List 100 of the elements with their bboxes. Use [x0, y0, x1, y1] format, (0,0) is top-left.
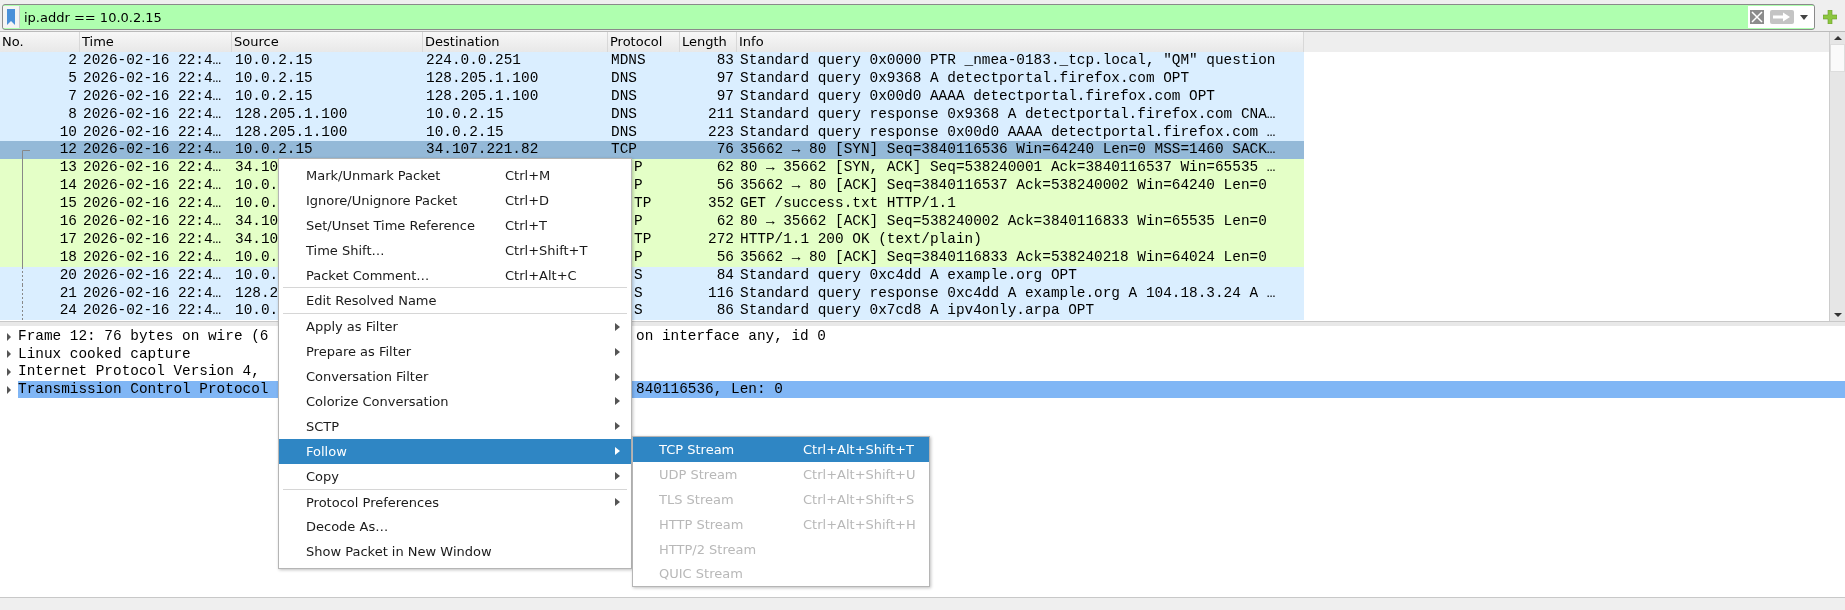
tree-item-text: 840116536, Len: 0 — [636, 380, 784, 399]
collapsed-arrow-icon[interactable] — [6, 368, 12, 376]
table-cell: 128.205.1.100 — [235, 105, 348, 122]
table-cell: 24 — [59, 302, 77, 321]
table-cell: 10.0.2.15 — [235, 69, 313, 86]
table-cell: 56 — [716, 248, 734, 265]
table-cell: TP — [634, 230, 652, 247]
table-cell: 2026-02-16 22:4… — [83, 266, 222, 283]
table-cell: 352 — [708, 195, 734, 212]
table-cell: 8 — [68, 105, 77, 124]
menu-item[interactable]: Decode As… — [279, 514, 631, 540]
table-cell: 128.205.1.100 — [235, 123, 348, 140]
menu-item[interactable]: SCTP — [279, 413, 631, 439]
menu-item[interactable]: Follow — [279, 438, 631, 464]
bookmark-icon[interactable] — [3, 6, 20, 28]
menu-item[interactable]: TCP Stream Ctrl+Alt+Shift+T — [633, 437, 929, 462]
table-cell: 2026-02-16 22:4… — [83, 177, 222, 194]
table-cell: 80 → 35662 [ACK] Seq=538240002 Ack=3840116833 Win=65535 Len=0 — [740, 213, 1267, 229]
menu-item[interactable]: Prepare as Filter — [279, 339, 631, 365]
table-cell: 2026-02-16 22:4… — [83, 248, 222, 265]
table-cell: 116 — [708, 284, 734, 301]
table-cell: 2026-02-16 22:4… — [83, 284, 222, 301]
table-cell: GET /success.txt HTTP/1.1 — [740, 195, 956, 212]
tree-item-text: on interface any, id 0 — [636, 328, 827, 346]
table-cell: 12 — [59, 141, 77, 160]
column-header[interactable]: No. — [0, 32, 80, 52]
table-cell: 10.0. — [235, 302, 279, 319]
table-cell: 10.0. — [235, 266, 279, 283]
table-cell: 272 — [708, 230, 734, 247]
submenu-arrow-icon — [615, 422, 620, 431]
packet-row[interactable]: 12 2026-02-16 22:4… 10.0.2.15 34.107.221.82 TCP 76 35662 → 80 [SYN] Seq=3840116536 Win=64240 Len=0 MSS=1460 SACK… — [0, 141, 1304, 160]
table-cell: 34.107.221.82 — [426, 141, 539, 158]
submenu-arrow-icon — [615, 372, 620, 381]
table-cell: 76 — [716, 141, 734, 158]
table-cell: 35662 → 80 [SYN] Seq=3840116536 Win=64240 Len=0 MSS=1460 SACK… — [740, 141, 1276, 158]
table-cell: DNS — [611, 123, 637, 140]
scroll-down-icon[interactable] — [1833, 313, 1842, 317]
table-cell: 2026-02-16 22:4… — [83, 105, 222, 122]
display-filter-field[interactable]: ip.addr == 10.0.2.15 — [2, 4, 1815, 30]
tree-item-text: Internet Protocol Version 4, — [18, 363, 261, 381]
table-cell: 62 — [716, 159, 734, 176]
submenu-arrow-icon — [615, 322, 620, 331]
column-header[interactable]: Destination — [423, 32, 608, 52]
table-cell: Standard query 0x9368 A detectportal.firefox.com OPT — [740, 69, 1190, 86]
table-cell: 2026-02-16 22:4… — [83, 52, 222, 68]
table-cell: TCP — [611, 141, 637, 158]
table-cell: 34.10 — [235, 230, 279, 247]
table-cell: 2026-02-16 22:4… — [83, 87, 222, 104]
column-header[interactable]: Source — [232, 32, 423, 52]
table-cell: DNS — [611, 69, 637, 86]
filter-text-input[interactable]: ip.addr == 10.0.2.15 — [20, 9, 1748, 25]
table-cell: 2026-02-16 22:4… — [83, 159, 222, 176]
table-cell: Standard query 0x0000 PTR _nmea-0183._tcp.local, "QM" question — [740, 52, 1276, 68]
table-cell: 223 — [708, 123, 734, 140]
table-cell: 56 — [716, 177, 734, 194]
packet-row[interactable]: 2 2026-02-16 22:4… 10.0.2.15 224.0.0.251 MDNS 83 Standard query 0x0000 PTR _nmea-0183._tcp.local, "QM" question — [0, 52, 1304, 70]
menu-item[interactable]: Protocol Preferences — [279, 489, 631, 515]
tree-item-text: Linux cooked capture — [18, 345, 192, 364]
collapsed-arrow-icon[interactable] — [6, 385, 12, 394]
scrollbar[interactable] — [1829, 32, 1845, 321]
submenu-arrow-icon — [615, 347, 620, 356]
collapsed-arrow-icon[interactable] — [6, 332, 12, 341]
table-cell: 5 — [68, 69, 77, 88]
table-cell: 2026-02-16 22:4… — [83, 230, 222, 247]
table-cell: 10.0. — [235, 248, 279, 265]
table-cell: 10.0.2.15 — [235, 87, 313, 104]
table-cell: 128.2 — [235, 284, 279, 301]
submenu-arrow-icon — [615, 397, 620, 406]
scroll-up-icon[interactable] — [1833, 36, 1842, 40]
table-cell: 13 — [59, 159, 77, 178]
collapsed-arrow-icon[interactable] — [6, 350, 12, 359]
submenu-arrow-icon — [615, 447, 620, 456]
table-cell: 2026-02-16 22:4… — [83, 302, 222, 319]
scrollbar-thumb[interactable] — [1830, 44, 1845, 72]
table-cell: 2026-02-16 22:4… — [83, 141, 222, 158]
column-header[interactable]: Protocol — [608, 32, 680, 52]
table-cell: 7 — [68, 87, 77, 106]
table-cell: 2026-02-16 22:4… — [83, 123, 222, 140]
table-cell: 2026-02-16 22:4… — [83, 69, 222, 86]
menu-item[interactable]: Show Packet in New Window — [279, 539, 631, 565]
table-cell: 18 — [59, 248, 77, 267]
menu-item[interactable]: Copy — [279, 463, 631, 489]
table-cell: 17 — [59, 230, 77, 249]
column-header[interactable]: Length — [680, 32, 737, 52]
table-cell: 211 — [708, 105, 734, 122]
table-cell: 34.10 — [235, 213, 279, 229]
table-cell: 10.0.2.15 — [235, 52, 313, 68]
table-cell: 10.0.2.15 — [426, 105, 504, 122]
column-header[interactable]: Time — [80, 32, 232, 52]
table-cell: DNS — [611, 105, 637, 122]
table-cell: TP — [634, 195, 652, 212]
table-cell: 10.0. — [235, 195, 279, 212]
table-cell: 2026-02-16 22:4… — [83, 213, 222, 229]
table-cell: 10.0. — [235, 177, 279, 194]
table-cell: 35662 → 80 [ACK] Seq=3840116537 Ack=538240002 Win=64240 Len=0 — [740, 177, 1267, 194]
table-cell: 14 — [59, 177, 77, 196]
table-cell: 128.205.1.100 — [426, 87, 539, 104]
table-cell: Standard query response 0xc4dd A example.org A 104.18.3.24 A … — [740, 284, 1276, 301]
table-cell: 2026-02-16 22:4… — [83, 195, 222, 212]
column-header[interactable]: Info — [737, 32, 1304, 52]
